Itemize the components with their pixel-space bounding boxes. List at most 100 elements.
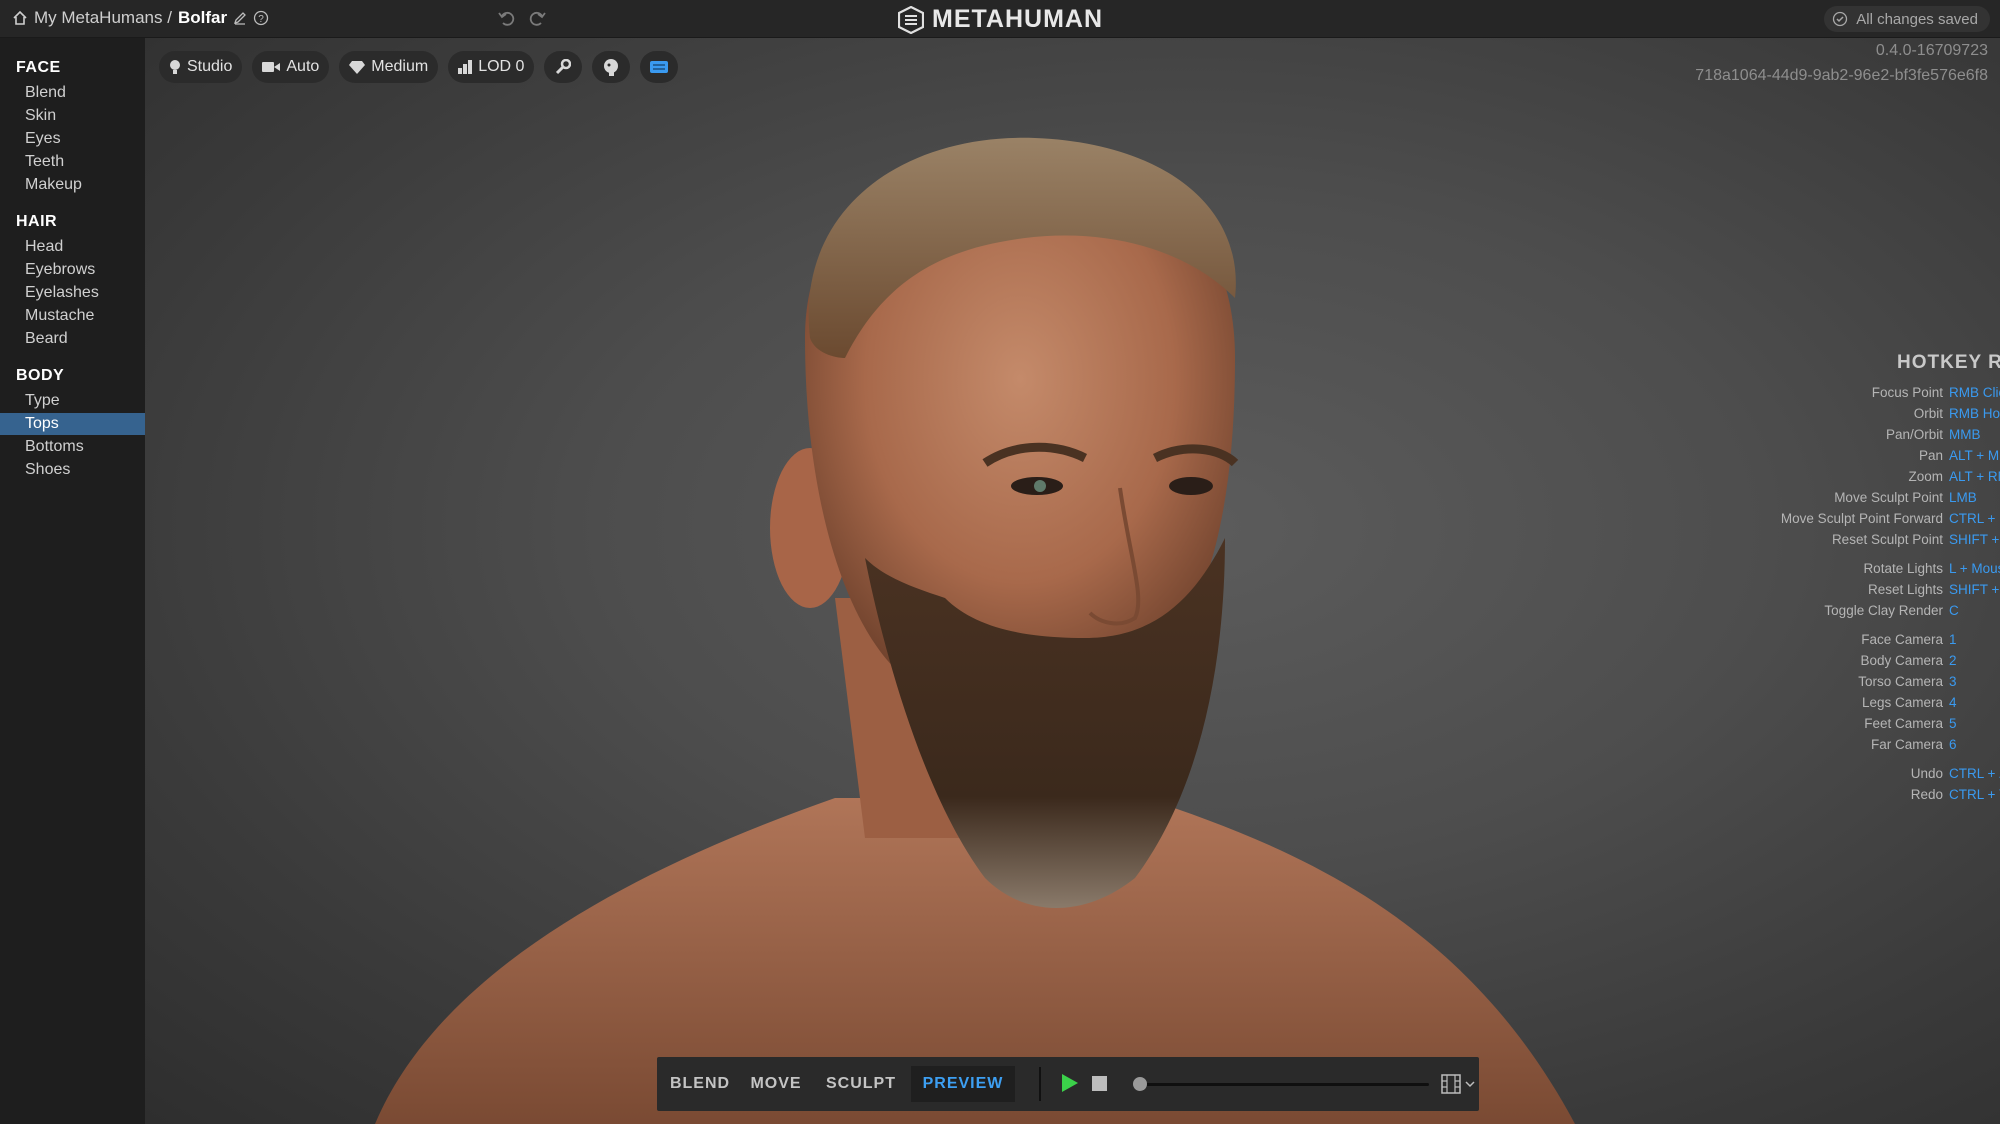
redo-icon[interactable]: [527, 8, 547, 28]
save-status-text: All changes saved: [1856, 10, 1978, 28]
sidebar-item-teeth[interactable]: Teeth: [0, 151, 145, 173]
edit-icon[interactable]: [233, 11, 247, 25]
hotkey-label: Toggle Clay Render: [1824, 603, 1943, 618]
undo-icon[interactable]: [497, 8, 517, 28]
sidebar-item-bottoms[interactable]: Bottoms: [0, 436, 145, 458]
help-icon[interactable]: ?: [253, 10, 269, 26]
hotkey-label: Redo: [1910, 787, 1943, 802]
sidebar-item-beard[interactable]: Beard: [0, 328, 145, 350]
hotkey-row: Redo CTRL + Y: [1715, 787, 2000, 805]
hotkey-label: Reset Sculpt Point: [1831, 532, 1943, 547]
film-icon: [1441, 1074, 1461, 1094]
play-button[interactable]: [1061, 1073, 1079, 1093]
lighting-button[interactable]: Studio: [159, 51, 243, 83]
hotkey-row: Pan/Orbit MMB: [1715, 427, 2000, 445]
video-camera-icon: [262, 61, 281, 73]
hotkey-row: Move Sculpt Point LMB: [1715, 490, 2000, 508]
check-icon: [1832, 11, 1848, 27]
version-info: 0.4.0-16709723 718a1064-44d9-9ab2-96e2-b…: [1695, 38, 1988, 88]
hotkey-row: Move Sculpt Point Forward CTRL + LMB: [1715, 511, 2000, 529]
viewport-toolbar: Studio Auto Medium LOD 0: [159, 51, 679, 83]
hotkey-row: Undo CTRL + Z: [1715, 766, 2000, 784]
hotkey-row: Zoom ALT + RMB: [1715, 469, 2000, 487]
breadcrumb-root[interactable]: My MetaHumans /: [34, 8, 172, 28]
mode-preview-button[interactable]: PREVIEW: [911, 1066, 1015, 1102]
hotkey-key: L + Mouse Move: [1949, 561, 2000, 576]
hotkey-row: Far Camera 6: [1715, 737, 2000, 755]
clay-render-button[interactable]: [592, 51, 631, 83]
hotkey-key: LMB: [1949, 490, 1977, 505]
chevron-down-icon: [1465, 1080, 1475, 1088]
mode-blend-button[interactable]: BLEND: [667, 1066, 733, 1102]
mode-move-button[interactable]: MOVE: [741, 1066, 811, 1102]
hotkey-label: Pan/Orbit: [1885, 427, 1943, 442]
hotkey-key: C: [1949, 603, 1959, 618]
sidebar-item-shoes[interactable]: Shoes: [0, 459, 145, 481]
save-status: All changes saved: [1824, 6, 1990, 32]
character-render[interactable]: [145, 38, 2000, 1124]
timeline-scrubber[interactable]: [1132, 1077, 1147, 1091]
svg-text:?: ?: [258, 14, 264, 25]
stop-button[interactable]: [1092, 1076, 1107, 1091]
sidebar-item-eyes[interactable]: Eyes: [0, 128, 145, 150]
mode-sculpt-button[interactable]: SCULPT: [819, 1066, 903, 1102]
lod-label: LOD 0: [478, 58, 525, 75]
hotkey-key: 1: [1949, 632, 1957, 647]
hotkey-row: Toggle Clay Render C: [1715, 603, 2000, 621]
hotkey-row: Body Camera 2: [1715, 653, 2000, 671]
hotkey-label: Rotate Lights: [1863, 561, 1943, 576]
hotkey-key: 5: [1949, 716, 1957, 731]
hotkey-key: RMB Hold: [1949, 406, 2000, 421]
lod-icon: [458, 60, 473, 74]
sidebar-item-skin[interactable]: Skin: [0, 105, 145, 127]
sidebar-item-blend[interactable]: Blend: [0, 82, 145, 104]
lod-button[interactable]: LOD 0: [448, 51, 535, 83]
hotkey-key: SHIFT + L: [1949, 582, 2000, 597]
hotkey-row: Reset Lights SHIFT + L: [1715, 582, 2000, 600]
sidebar-item-tops[interactable]: Tops: [0, 413, 145, 435]
hotkey-key: RMB Click: [1949, 385, 2000, 400]
sidebar-item-head[interactable]: Head: [0, 236, 145, 258]
hotkey-row: Focus Point RMB Click: [1715, 385, 2000, 403]
hotkey-label: Torso Camera: [1858, 674, 1943, 689]
play-icon: [1061, 1073, 1079, 1093]
sidebar-item-type[interactable]: Type: [0, 390, 145, 412]
wrench-button[interactable]: [544, 51, 583, 83]
hotkey-row: Face Camera 1: [1715, 632, 2000, 650]
hotkey-row: Pan ALT + MMB: [1715, 448, 2000, 466]
home-icon[interactable]: [12, 10, 28, 26]
quality-button[interactable]: Medium: [339, 51, 439, 83]
wrench-icon: [555, 59, 572, 75]
hotkey-label: Zoom: [1908, 469, 1943, 484]
hotkey-row: Legs Camera 4: [1715, 695, 2000, 713]
hotkey-row: Feet Camera 5: [1715, 716, 2000, 734]
playback-timeline[interactable]: [1134, 1083, 1429, 1086]
hotkey-row: Rotate Lights L + Mouse Move: [1715, 561, 2000, 579]
metahuman-logo: METAHUMAN: [898, 5, 1103, 34]
sidebar: FACE Blend Skin Eyes Teeth Makeup HAIR H…: [0, 38, 145, 1124]
keyboard-button[interactable]: [640, 51, 679, 83]
head-icon: [602, 58, 620, 76]
quality-label: Medium: [371, 58, 429, 75]
sidebar-item-eyelashes[interactable]: Eyelashes: [0, 282, 145, 304]
sidebar-item-eyebrows[interactable]: Eyebrows: [0, 259, 145, 281]
diamond-icon: [349, 60, 366, 74]
hotkey-label: Move Sculpt Point: [1834, 490, 1943, 505]
camera-button[interactable]: Auto: [252, 51, 330, 83]
hotkey-key: ALT + MMB: [1949, 448, 2000, 463]
metahuman-logo-icon: [898, 5, 924, 34]
sidebar-item-makeup[interactable]: Makeup: [0, 174, 145, 196]
animation-select-button[interactable]: [1441, 1074, 1475, 1094]
lightbulb-icon: [169, 59, 181, 75]
hotkey-label: Move Sculpt Point Forward: [1780, 511, 1943, 526]
hotkey-key: 4: [1949, 695, 1957, 710]
3d-viewport[interactable]: Studio Auto Medium LOD 0 0.4.0-16709723 …: [145, 38, 2000, 1124]
hotkey-label: Focus Point: [1871, 385, 1943, 400]
hotkey-key: 6: [1949, 737, 1957, 752]
hotkey-row: Torso Camera 3: [1715, 674, 2000, 692]
mode-bar: BLEND MOVE SCULPT PREVIEW: [657, 1057, 1479, 1111]
breadcrumb: My MetaHumans / Bolfar ?: [12, 8, 269, 28]
character-id: 718a1064-44d9-9ab2-96e2-bf3fe576e6f8: [1695, 67, 1988, 84]
sidebar-item-mustache[interactable]: Mustache: [0, 305, 145, 327]
hotkey-label: Orbit: [1913, 406, 1943, 421]
